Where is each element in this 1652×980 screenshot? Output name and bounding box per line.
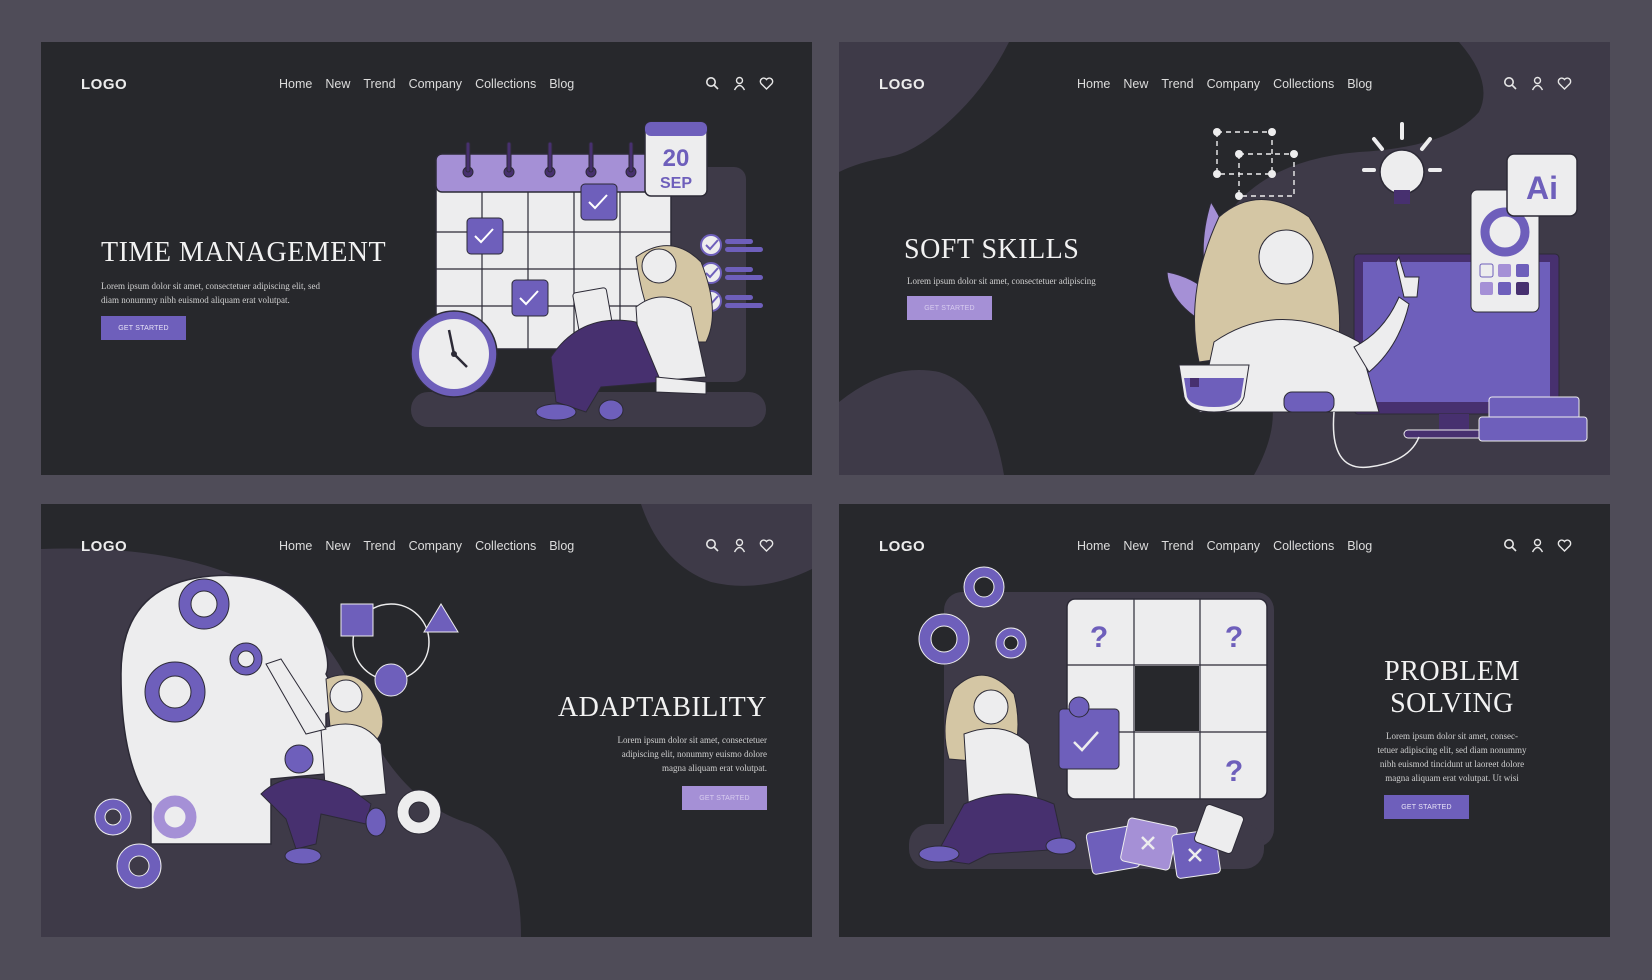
- date-month: SEP: [660, 175, 692, 192]
- ai-badge-text: Ai: [1526, 170, 1558, 206]
- card-problem-solving: LOGO Home New Trend Company Collections …: [839, 504, 1610, 937]
- mouse-cable: [1332, 411, 1420, 469]
- gear-icon: [144, 661, 206, 723]
- gear-icon: [918, 613, 970, 665]
- adaptability-illustration: [94, 574, 459, 889]
- time-management-illustration: 20 SEP: [410, 121, 766, 427]
- gear-icon: [94, 798, 132, 836]
- books: [1478, 396, 1588, 442]
- gear-icon: [284, 744, 314, 774]
- ai-app-icon: Ai: [1506, 153, 1578, 217]
- gear-icon: [152, 794, 198, 840]
- missing-piece-slot: [1135, 666, 1199, 731]
- clock-icon: [410, 310, 498, 398]
- lightbulb-icon: [1362, 122, 1442, 204]
- card-time-management: LOGO Home New Trend Company Collections …: [41, 42, 812, 475]
- date-badge: 20 SEP: [644, 121, 708, 197]
- date-day: 20: [663, 145, 690, 172]
- gear-icon: [396, 789, 442, 835]
- gear-icon: [178, 578, 230, 630]
- question-mark-icon: ?: [1225, 621, 1243, 654]
- card-adaptability: LOGO Home New Trend Company Collections …: [41, 504, 812, 937]
- gear-icon: [995, 627, 1027, 659]
- soft-skills-illustration: Ai: [1166, 122, 1588, 469]
- gear-icon: [229, 642, 263, 676]
- checked-box: [511, 279, 549, 317]
- card-soft-skills: LOGO Home New Trend Company Collections …: [839, 42, 1610, 475]
- question-mark-icon: ?: [1225, 755, 1243, 788]
- gear-icon: [963, 566, 1005, 608]
- gear-icon: [116, 843, 162, 889]
- problem-solving-illustration: ? ? ?: [909, 566, 1274, 879]
- teacup: [1178, 364, 1250, 413]
- checked-box: [580, 183, 618, 221]
- checked-box: [466, 217, 504, 255]
- selection-frame-icon: [1213, 128, 1298, 200]
- question-mark-icon: ?: [1090, 621, 1108, 654]
